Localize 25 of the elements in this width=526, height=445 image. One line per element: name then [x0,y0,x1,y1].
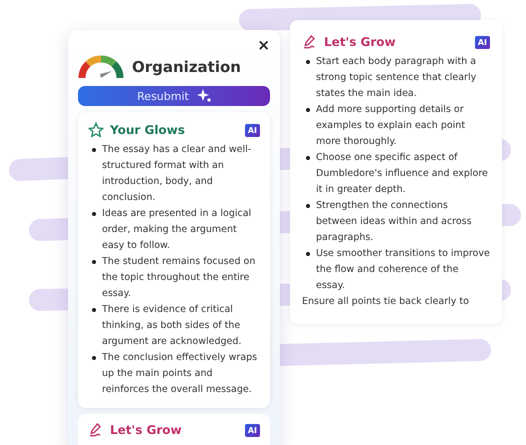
glow-text: There is evidence of critical thinking, as both sides of the argument are acknowledged. [92,302,260,350]
pen-icon [88,422,104,438]
close-button[interactable]: × [257,38,270,52]
sparkle-icon [196,89,211,103]
card-title: Let's Grow [110,423,183,437]
glow-text: The conclusion effectively wraps up the main points and reinforces the overall message. [92,350,260,398]
ai-badge: AI [474,36,490,48]
gauge-icon [78,54,124,80]
grow-text: Strengthen the connections between ideas within and across paragraphs. [306,198,490,246]
star-icon [88,122,104,138]
glow-text: Ideas are presented in a logical order, making the argument easy to follow. [92,206,260,254]
panel-title: Organization [132,58,241,76]
card-title: Your Glows [110,123,186,137]
grow-text: Use smoother transitions to improve the flow and coherence of the essay. [306,246,490,294]
glow-text: The student remains focused on the topic throughout the entire essay. [92,254,260,302]
ai-badge: AI [244,424,260,436]
grow-text: Ensure all points tie back clearly to [301,295,470,309]
pen-icon [302,34,318,50]
resubmit-button[interactable]: Resubmit [78,86,270,106]
grow-text: Start each body paragraph with a strong topic sentence that clearly states the main idea. [306,54,490,102]
glow-text: The essay has a clear and well-structured format with an introduction, body, and conclusion. [92,142,260,206]
card-title: Let's Grow [324,35,397,49]
grow-text: Add more supporting details or examples to explain each point more thoroughly. [306,102,490,150]
grow-text: Choose one specific aspect of Dumbledore's influence and explore it in greater depth. [306,150,490,198]
ai-badge: AI [244,124,260,136]
